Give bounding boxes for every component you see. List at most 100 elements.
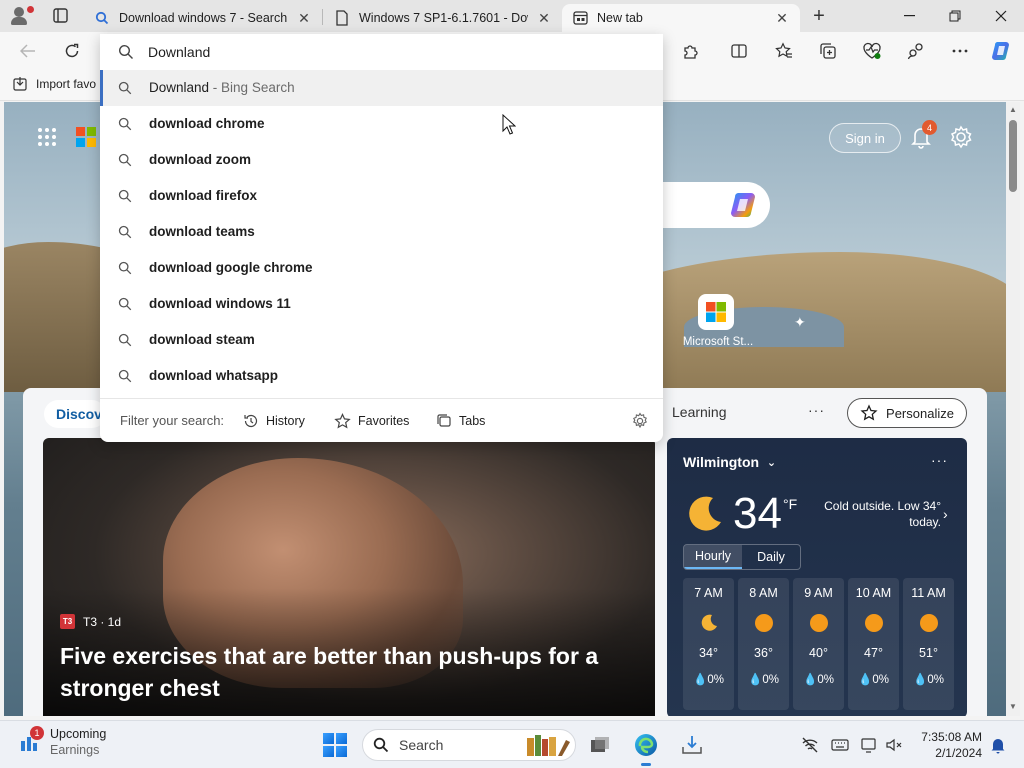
keyboard-icon[interactable] — [830, 735, 850, 755]
search-icon — [118, 297, 132, 311]
tab-label: Download windows 7 - Search — [119, 11, 288, 25]
t3-logo-icon: T3 — [60, 614, 75, 629]
suggestion-item[interactable]: download chrome — [100, 106, 663, 142]
tab-close-icon[interactable]: ✕ — [296, 10, 312, 26]
suggestion-item[interactable]: download google chrome — [100, 250, 663, 286]
new-tab-button[interactable]: + — [806, 4, 832, 28]
favorites-button[interactable] — [770, 37, 798, 65]
weather-more-button[interactable]: ··· — [931, 452, 948, 468]
tab-search[interactable]: Download windows 7 - Search ✕ — [84, 4, 322, 32]
hour-precip-value: 0% — [872, 674, 889, 686]
filter-history-label: History — [266, 414, 305, 428]
page-scrollbar[interactable]: ▲ ▼ — [1006, 102, 1020, 716]
start-button[interactable] — [323, 733, 347, 757]
hour-precip: 💧0% — [913, 674, 944, 686]
import-favorites-link[interactable]: Import favo — [12, 76, 96, 92]
back-arrow-icon — [20, 44, 35, 58]
weather-tab-daily[interactable]: Daily — [742, 545, 800, 569]
filter-settings-gear-icon[interactable] — [631, 412, 649, 430]
address-input[interactable] — [148, 40, 628, 64]
personalize-button[interactable]: Personalize — [847, 398, 967, 428]
minimize-button[interactable] — [886, 0, 932, 32]
weather-temperature: 34 — [733, 489, 782, 538]
search-icon — [94, 10, 110, 26]
learning-tab[interactable]: Learning — [672, 404, 727, 420]
weather-tab-hourly[interactable]: Hourly — [684, 545, 742, 569]
taskbar-downloads[interactable] — [678, 731, 706, 759]
sign-in-button[interactable]: Sign in — [829, 123, 901, 153]
taskbar-task-view[interactable] — [586, 731, 614, 759]
restore-icon — [949, 10, 961, 22]
suggestion-item[interactable]: download zoom — [100, 142, 663, 178]
weather-hour-item[interactable]: 11 AM 51° 💧0% — [903, 578, 954, 710]
network-off-icon[interactable] — [800, 735, 820, 755]
taskbar-edge[interactable] — [632, 731, 660, 766]
suggestion-item[interactable]: Downland - Bing Search — [100, 70, 663, 106]
weather-hour-item[interactable]: 9 AM 40° 💧0% — [793, 578, 844, 710]
search-icon — [118, 189, 132, 203]
tab-newtab[interactable]: New tab ✕ — [562, 4, 800, 32]
filter-tabs-button[interactable]: Tabs — [436, 410, 485, 432]
hero-source-label: T3 · 1d — [83, 614, 122, 629]
suggestion-item[interactable]: download windows 11 — [100, 286, 663, 322]
stock-chart-icon: 1 — [18, 726, 44, 753]
extensions-button[interactable] — [677, 37, 705, 65]
back-button[interactable] — [14, 37, 42, 65]
sun-icon — [864, 614, 883, 632]
split-screen-button[interactable] — [725, 37, 753, 65]
filter-history-button[interactable]: History — [243, 410, 305, 432]
suggestion-item[interactable]: download teams — [100, 214, 663, 250]
tab-close-icon[interactable]: ✕ — [774, 10, 790, 26]
weather-hour-item[interactable]: 10 AM 47° 💧0% — [848, 578, 899, 710]
widgets-button[interactable]: 1 Upcoming Earnings — [18, 726, 106, 758]
refresh-button[interactable] — [58, 37, 86, 65]
tab-actions-button[interactable] — [46, 6, 74, 26]
filter-favorites-button[interactable]: Favorites — [334, 410, 409, 432]
address-suggestion-dropdown: Downland - Bing Search download chrome d… — [100, 34, 663, 442]
favorites-star-icon — [334, 413, 351, 429]
restore-button[interactable] — [932, 0, 978, 32]
weather-location-button[interactable]: Wilmington ⌄ — [683, 454, 776, 470]
tab-close-icon[interactable]: ✕ — [536, 10, 552, 26]
collections-button[interactable] — [814, 37, 842, 65]
display-icon[interactable] — [860, 735, 880, 755]
page-settings-gear-icon[interactable] — [948, 124, 974, 150]
browser-essentials-button[interactable] — [858, 37, 886, 65]
weather-unit: °F — [783, 496, 798, 512]
plus-icon: + — [813, 4, 825, 27]
page-copilot-icon[interactable] — [728, 190, 760, 220]
workspaces-button[interactable] — [902, 37, 930, 65]
chevron-right-icon[interactable]: › — [943, 506, 948, 522]
suggestion-item[interactable]: download steam — [100, 322, 663, 358]
suggestion-item[interactable]: download whatsapp — [100, 358, 663, 394]
scroll-down-arrow-icon[interactable]: ▼ — [1008, 702, 1018, 712]
notification-bell-icon[interactable] — [988, 735, 1008, 755]
newtab-icon — [572, 10, 588, 26]
hour-time: 8 AM — [749, 586, 778, 600]
speaker-muted-icon[interactable] — [884, 735, 904, 755]
weather-hour-item[interactable]: 8 AM 36° 💧0% — [738, 578, 789, 710]
hero-article-title[interactable]: Five exercises that are better than push… — [60, 640, 630, 704]
settings-more-button[interactable] — [946, 37, 974, 65]
profile-button[interactable] — [8, 4, 36, 28]
copilot-button[interactable] — [988, 37, 1016, 65]
scrollbar-thumb[interactable] — [1009, 120, 1017, 192]
discover-tab[interactable]: Discover — [44, 400, 106, 428]
microsoft-store-icon — [706, 302, 726, 322]
close-window-button[interactable] — [978, 0, 1024, 32]
weather-hour-item[interactable]: 7 AM 34° 💧0% — [683, 578, 734, 710]
taskbar-search-box[interactable]: Search — [362, 729, 576, 761]
hour-precip: 💧0% — [693, 674, 724, 686]
quicklink-microsoft-store[interactable] — [698, 294, 734, 330]
suggestion-item[interactable]: download firefox — [100, 178, 663, 214]
edge-browser-icon — [635, 734, 657, 756]
hour-precip-value: 0% — [762, 674, 779, 686]
app-launcher-icon[interactable] — [38, 128, 56, 146]
tab-windows7[interactable]: Windows 7 SP1-6.1.7601 - Downl ✕ — [324, 4, 562, 32]
system-clock[interactable]: 7:35:08 AM 2/1/2024 — [914, 729, 982, 761]
hour-precip: 💧0% — [748, 674, 779, 686]
favorites-star-icon — [775, 42, 792, 58]
scroll-up-arrow-icon[interactable]: ▲ — [1008, 105, 1018, 115]
document-icon — [334, 10, 350, 26]
feed-more-button[interactable]: ··· — [808, 402, 825, 418]
